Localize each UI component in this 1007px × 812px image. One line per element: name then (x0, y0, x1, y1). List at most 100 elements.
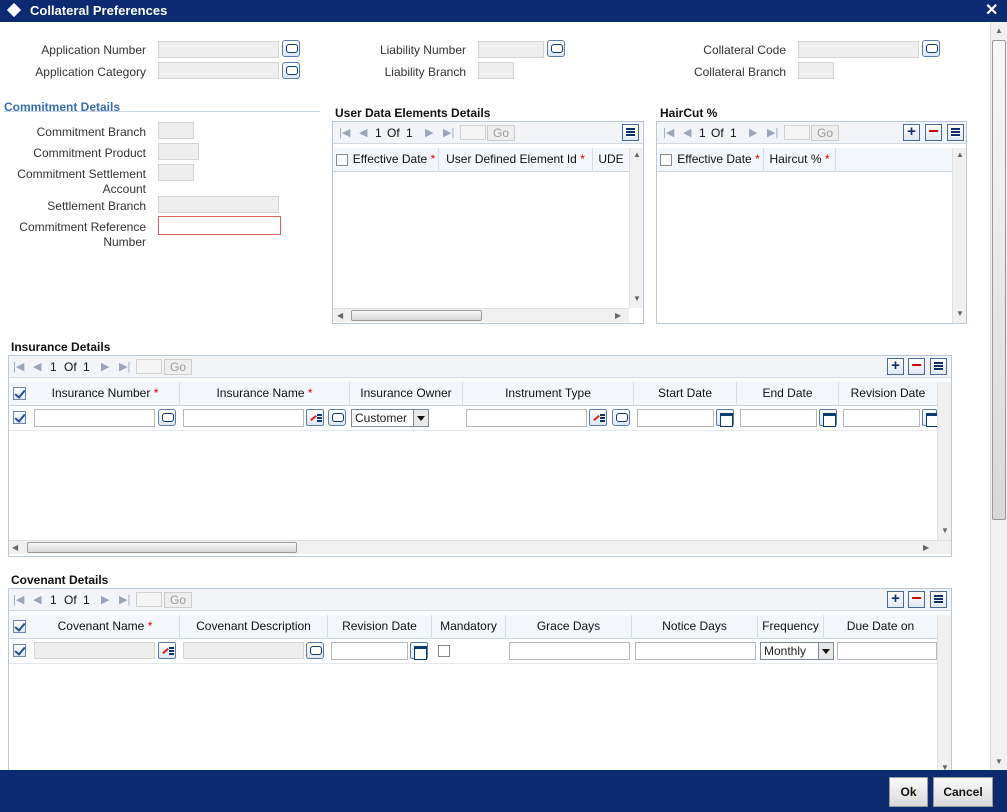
liability-branch-input[interactable] (478, 62, 514, 79)
insurance-name-input[interactable] (183, 409, 304, 427)
covenant-prev-page-icon[interactable]: ◀ (33, 593, 41, 606)
covenant-row-checkbox[interactable] (13, 644, 26, 657)
insurance-horizontal-scrollbar[interactable]: ◀ ▶ (9, 540, 951, 554)
insurance-owner-select[interactable]: Customer (351, 409, 429, 427)
insurance-name-lov-icon[interactable] (328, 409, 346, 426)
mandatory-checkbox[interactable] (438, 645, 450, 657)
covenant-go-button[interactable]: Go (164, 592, 192, 608)
haircut-go-button[interactable]: Go (811, 125, 839, 141)
ude-vertical-scrollbar[interactable]: ▲ ▼ (629, 148, 643, 308)
ude-current-page: 1 (375, 126, 382, 140)
haircut-next-page-icon[interactable]: ▶ (749, 126, 757, 139)
first-page-icon[interactable]: |◀ (339, 126, 350, 139)
haircut-prev-page-icon[interactable]: ◀ (683, 126, 691, 139)
covenant-single-view-icon[interactable] (930, 591, 947, 608)
haircut-first-page-icon[interactable]: |◀ (663, 126, 674, 139)
instrument-type-input[interactable] (466, 409, 587, 427)
covenant-first-page-icon[interactable]: |◀ (13, 593, 24, 606)
commitment-product-input[interactable] (158, 143, 199, 160)
insurance-first-page-icon[interactable]: |◀ (13, 360, 24, 373)
commitment-reference-input[interactable] (158, 216, 281, 235)
collateral-branch-input[interactable] (798, 62, 834, 79)
insurance-hscroll-thumb[interactable] (27, 542, 297, 553)
ok-button[interactable]: Ok (889, 777, 928, 807)
ude-select-all-checkbox[interactable] (336, 154, 348, 166)
haircut-select-all-checkbox[interactable] (660, 154, 672, 166)
end-date-calendar-icon[interactable] (819, 409, 837, 427)
covenant-next-page-icon[interactable]: ▶ (101, 593, 109, 606)
revision-date-calendar-icon[interactable] (922, 409, 939, 427)
insurance-select-all-checkbox[interactable] (13, 387, 26, 400)
haircut-delete-row-icon[interactable]: − (925, 122, 942, 141)
covenant-name-edit-icon[interactable] (158, 642, 176, 659)
haircut-vertical-scrollbar[interactable]: ▲ ▼ (952, 148, 966, 323)
covenant-revision-date-input[interactable] (331, 642, 408, 660)
covenant-add-row-icon[interactable]: + (887, 591, 904, 608)
settlement-branch-input[interactable] (158, 196, 279, 213)
next-page-icon[interactable]: ▶ (425, 126, 433, 139)
application-number-input[interactable] (158, 41, 279, 58)
insurance-prev-page-icon[interactable]: ◀ (33, 360, 41, 373)
collateral-code-lov-icon[interactable] (922, 40, 940, 57)
form-content: Application Number Application Category … (0, 22, 990, 770)
ude-page-input[interactable] (460, 125, 486, 140)
application-number-lov-icon[interactable] (282, 40, 300, 57)
insurance-next-page-icon[interactable]: ▶ (101, 360, 109, 373)
last-page-icon[interactable]: ▶| (443, 126, 454, 139)
start-date-calendar-icon[interactable] (716, 409, 734, 427)
haircut-last-page-icon[interactable]: ▶| (767, 126, 778, 139)
covenant-select-all-checkbox[interactable] (13, 620, 26, 633)
collateral-code-input[interactable] (798, 41, 919, 58)
insurance-add-row-icon[interactable]: + (887, 358, 904, 375)
instrument-type-lov-icon[interactable] (612, 409, 630, 426)
covenant-section-title: Covenant Details (11, 573, 109, 587)
page-vscroll-thumb[interactable] (992, 40, 1006, 520)
ude-hscroll-thumb[interactable] (351, 310, 482, 321)
insurance-number-input[interactable] (34, 409, 155, 427)
liability-number-lov-icon[interactable] (547, 40, 565, 57)
commitment-branch-input[interactable] (158, 122, 194, 139)
covenant-vertical-scrollbar[interactable]: ▼ (937, 615, 951, 770)
covenant-delete-row-icon[interactable]: − (908, 589, 925, 608)
instrument-type-edit-icon[interactable] (589, 409, 607, 426)
covenant-name-input[interactable] (34, 642, 155, 659)
haircut-page-input[interactable] (784, 125, 810, 140)
end-date-input[interactable] (740, 409, 817, 427)
notice-days-input[interactable] (635, 642, 756, 660)
covenant-revision-date-calendar-icon[interactable] (410, 642, 428, 660)
covenant-page-input[interactable] (136, 592, 162, 607)
covenant-description-input[interactable] (183, 642, 304, 659)
application-category-input[interactable] (158, 62, 279, 79)
insurance-row-checkbox[interactable] (13, 411, 26, 424)
covenant-last-page-icon[interactable]: ▶| (119, 593, 130, 606)
frequency-select[interactable]: Monthly (760, 642, 834, 660)
application-category-lov-icon[interactable] (282, 62, 300, 79)
insurance-delete-row-icon[interactable]: − (908, 356, 925, 375)
ude-go-button[interactable]: Go (487, 125, 515, 141)
insurance-go-button[interactable]: Go (164, 359, 192, 375)
cancel-button[interactable]: Cancel (933, 777, 993, 807)
start-date-input[interactable] (637, 409, 714, 427)
insurance-name-edit-icon[interactable] (306, 409, 324, 426)
haircut-add-row-icon[interactable]: + (903, 124, 920, 141)
insurance-single-view-icon[interactable] (930, 358, 947, 375)
close-icon[interactable]: ✕ (985, 0, 998, 20)
revision-date-input[interactable] (843, 409, 920, 427)
ude-horizontal-scrollbar[interactable]: ◀ ▶ (333, 308, 629, 322)
insurance-last-page-icon[interactable]: ▶| (119, 360, 130, 373)
chevron-down-icon[interactable] (413, 410, 428, 426)
grace-days-input[interactable] (509, 642, 630, 660)
due-date-on-input[interactable] (837, 642, 937, 660)
liability-number-input[interactable] (478, 41, 544, 58)
commitment-settlement-account-input[interactable] (158, 164, 194, 181)
haircut-single-view-icon[interactable] (947, 124, 964, 141)
insurance-number-lov-icon[interactable] (158, 409, 176, 426)
ude-grid: |◀ ◀ 1 Of 1 ▶ ▶| Go Effective Date * Use… (332, 121, 644, 324)
insurance-vertical-scrollbar[interactable]: ▼ (937, 382, 951, 540)
covenant-description-lov-icon[interactable] (306, 642, 324, 659)
prev-page-icon[interactable]: ◀ (359, 126, 367, 139)
page-vertical-scrollbar[interactable]: ▲ ▼ (990, 22, 1007, 770)
chevron-down-icon[interactable] (818, 643, 833, 659)
insurance-page-input[interactable] (136, 359, 162, 374)
ude-single-view-icon[interactable] (622, 124, 639, 141)
